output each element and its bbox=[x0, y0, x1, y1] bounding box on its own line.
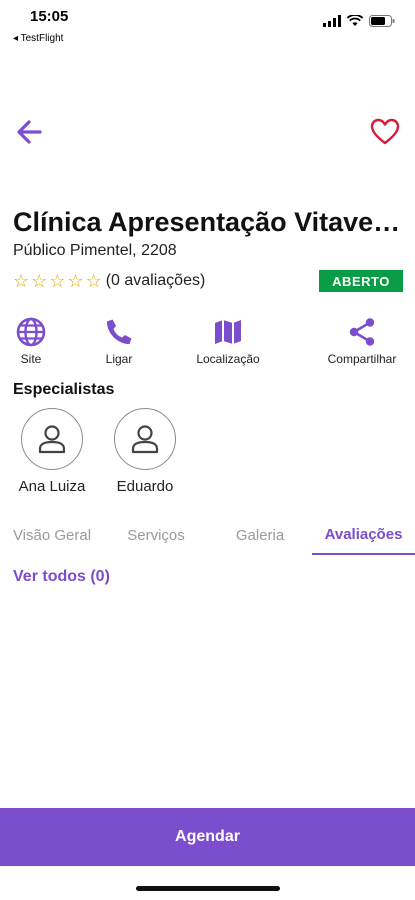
status-badge: ABERTO bbox=[319, 270, 403, 292]
arrow-left-icon bbox=[17, 120, 42, 144]
wifi-icon bbox=[346, 14, 364, 32]
status-icons bbox=[323, 14, 395, 32]
phone-icon bbox=[106, 319, 132, 345]
favorite-button[interactable] bbox=[369, 116, 401, 148]
star-outline-icon: ☆ bbox=[31, 271, 48, 291]
home-indicator bbox=[136, 886, 280, 891]
specialists-title: Especialistas bbox=[13, 381, 115, 398]
star-outline-icon: ☆ bbox=[13, 271, 30, 291]
action-label-site: Site bbox=[20, 352, 42, 366]
cellular-icon bbox=[323, 14, 341, 32]
avatar bbox=[114, 408, 176, 470]
heart-outline-icon bbox=[370, 118, 400, 145]
action-bar: Site Ligar Localização Compartilhar bbox=[0, 316, 415, 372]
star-outline-icon: ☆ bbox=[49, 271, 66, 291]
star-outline-icon: ☆ bbox=[67, 271, 84, 291]
globe-icon bbox=[16, 317, 46, 347]
map-icon bbox=[215, 320, 241, 344]
share-icon bbox=[349, 318, 375, 346]
back-button[interactable] bbox=[14, 116, 46, 148]
back-to-app-link[interactable]: ◂ TestFlight bbox=[13, 33, 63, 44]
status-time: 15:05 bbox=[30, 8, 69, 25]
rating-count: (0 avaliações) bbox=[105, 272, 206, 289]
call-button[interactable]: Ligar bbox=[98, 316, 140, 366]
specialist-card[interactable]: Eduardo bbox=[106, 408, 184, 495]
star-outline-icon: ☆ bbox=[85, 271, 102, 291]
tab-overview[interactable]: Visão Geral bbox=[0, 515, 104, 555]
location-button[interactable]: Localização bbox=[188, 316, 268, 366]
site-button[interactable]: Site bbox=[12, 316, 50, 366]
tab-services[interactable]: Serviços bbox=[104, 515, 208, 555]
avatar bbox=[21, 408, 83, 470]
view-all-reviews-link[interactable]: Ver todos (0) bbox=[13, 568, 110, 586]
action-label-call: Ligar bbox=[105, 352, 133, 366]
clinic-address: Público Pimentel, 2208 bbox=[13, 242, 177, 259]
action-label-location: Localização bbox=[196, 352, 260, 366]
action-label-share: Compartilhar bbox=[327, 352, 397, 366]
clinic-name: Clínica Apresentação Vitave… bbox=[13, 207, 401, 237]
tab-bar: Visão Geral Serviços Galeria Avaliações bbox=[0, 515, 415, 557]
star-rating: ☆ ☆ ☆ ☆ ☆ bbox=[13, 271, 102, 291]
rating-row: ☆ ☆ ☆ ☆ ☆ (0 avaliações) bbox=[13, 271, 205, 291]
tab-gallery[interactable]: Galeria bbox=[208, 515, 312, 555]
user-icon bbox=[38, 425, 66, 454]
tab-reviews[interactable]: Avaliações bbox=[312, 515, 415, 555]
battery-icon bbox=[369, 14, 395, 32]
status-bar: 15:05 ◂ TestFlight bbox=[0, 0, 415, 48]
schedule-button[interactable]: Agendar bbox=[0, 808, 415, 866]
user-icon bbox=[131, 425, 159, 454]
specialist-name: Eduardo bbox=[116, 478, 174, 495]
share-button[interactable]: Compartilhar bbox=[316, 316, 408, 366]
specialist-name: Ana Luiza bbox=[18, 478, 86, 495]
specialist-card[interactable]: Ana Luiza bbox=[13, 408, 91, 495]
top-nav bbox=[0, 110, 415, 154]
